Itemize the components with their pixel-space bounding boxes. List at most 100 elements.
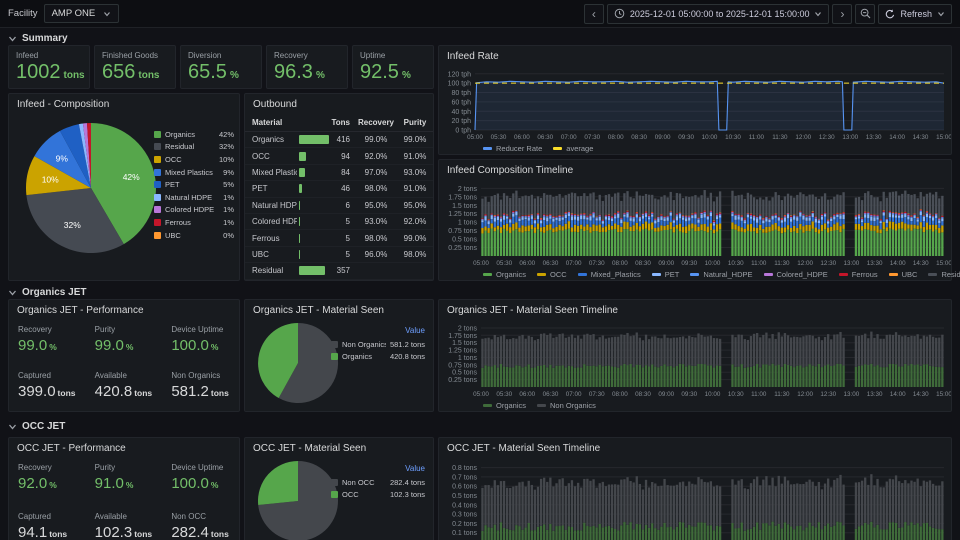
cell-purity: 91.0%: [397, 184, 433, 193]
chevron-down-icon: [103, 10, 111, 18]
perf-label: Captured: [18, 371, 84, 380]
svg-text:06:30: 06:30: [537, 134, 553, 141]
svg-text:11:00: 11:00: [751, 391, 767, 398]
svg-text:11:30: 11:30: [774, 391, 790, 398]
legend-item-pet[interactable]: PET5%: [154, 178, 234, 191]
legend-header[interactable]: Value: [331, 326, 425, 335]
panel-title[interactable]: Infeed Rate: [439, 46, 951, 66]
perf-stat-non-occ: Non OCC282.4tons: [162, 507, 239, 540]
perf-label: Captured: [18, 512, 84, 521]
col-recovery[interactable]: Recovery: [355, 118, 397, 127]
panel-title[interactable]: Outbound: [245, 94, 433, 114]
legend-item-occ[interactable]: OCC102.3 tons: [331, 489, 425, 502]
perf-label: Recovery: [18, 463, 84, 472]
panel-title[interactable]: OCC JET - Performance: [9, 438, 239, 458]
legend-item-colored-hdpe[interactable]: Colored HDPE1%: [154, 204, 234, 217]
legend-item-colored_hdpe[interactable]: Colored_HDPE: [764, 270, 828, 279]
panel-title[interactable]: Organics JET - Material Seen Timeline: [439, 300, 951, 320]
refresh-button[interactable]: Refresh: [878, 4, 952, 24]
zoom-out-button[interactable]: [855, 4, 875, 24]
cell-purity: 98.0%: [397, 250, 433, 259]
time-forward-button[interactable]: ›: [832, 4, 852, 24]
perf-value: 100.0%: [171, 475, 237, 492]
col-material[interactable]: Material: [245, 118, 297, 127]
legend-item-occ[interactable]: OCC10%: [154, 153, 234, 166]
legend-item-pet[interactable]: PET: [652, 270, 680, 279]
legend-item-organics[interactable]: Organics420.8 tons: [331, 351, 425, 364]
chart-legend: Organics Non Organics: [483, 401, 596, 410]
panel-title[interactable]: Organics JET - Performance: [9, 300, 239, 320]
svg-text:06:00: 06:00: [519, 391, 535, 398]
col-purity[interactable]: Purity: [397, 118, 433, 127]
occ-timeline-chart[interactable]: 0.1 tons0.2 tons0.3 tons0.4 tons0.5 tons…: [439, 458, 951, 540]
perf-value: 100.0%: [171, 337, 237, 354]
legend-item-residual[interactable]: Residual32%: [154, 141, 234, 154]
svg-text:80 tph: 80 tph: [452, 90, 472, 97]
section-header-occ-jet[interactable]: OCC JET: [8, 419, 65, 433]
legend-item-average[interactable]: average: [553, 144, 593, 153]
legend-item-ubc[interactable]: UBC0%: [154, 229, 234, 242]
panel-title[interactable]: Organics JET - Material Seen: [245, 300, 433, 320]
perf-value: 581.2tons: [171, 383, 237, 400]
legend-item-occ[interactable]: OCC: [537, 270, 567, 279]
table-row: Residual357: [245, 263, 433, 279]
legend-item-ubc[interactable]: UBC: [889, 270, 918, 279]
cell-purity: 93.0%: [397, 168, 433, 177]
legend-item-organics[interactable]: Organics42%: [154, 128, 234, 141]
section-header-organics-jet[interactable]: Organics JET: [8, 285, 86, 299]
perf-label: Available: [95, 512, 161, 521]
infeed-rate-chart[interactable]: 0 tph20 tph40 tph60 tph80 tph100 tph120 …: [439, 66, 951, 154]
svg-text:10:00: 10:00: [705, 260, 721, 267]
chevron-right-icon: ›: [840, 8, 844, 20]
svg-text:10:30: 10:30: [728, 260, 744, 267]
svg-text:06:30: 06:30: [543, 260, 559, 267]
tons-bar: [299, 135, 329, 144]
legend-item-ferrous[interactable]: Ferrous: [839, 270, 878, 279]
svg-text:06:30: 06:30: [543, 391, 559, 398]
table-row: Organics41699.0%99.0%: [245, 132, 433, 148]
panel-occ-performance: OCC JET - Performance Recovery92.0%Purit…: [8, 437, 240, 540]
panel-title[interactable]: OCC JET - Material Seen Timeline: [439, 438, 951, 458]
panel-title[interactable]: OCC JET - Material Seen: [245, 438, 433, 458]
facility-dropdown[interactable]: AMP ONE: [44, 4, 120, 23]
section-header-summary[interactable]: Summary: [8, 31, 68, 45]
perf-label: Device Uptime: [171, 463, 237, 472]
legend-item-non-occ[interactable]: Non OCC282.4 tons: [331, 476, 425, 489]
svg-text:0.75 tons: 0.75 tons: [448, 362, 477, 369]
panel-occ-material-seen: OCC JET - Material Seen Value Non OCC282.…: [244, 437, 434, 540]
dashboard: Facility AMP ONE ‹ 2025-12-01 05:00:00 t…: [0, 0, 960, 540]
stat-value: 65.5%: [188, 61, 254, 84]
perf-stat-available: Available420.8tons: [86, 366, 163, 412]
perf-value: 94.1tons: [18, 524, 84, 540]
legend-item-non-organics[interactable]: Non Organics581.2 tons: [331, 338, 425, 351]
panel-title[interactable]: Infeed - Composition: [9, 94, 239, 114]
perf-label: Non Organics: [171, 371, 237, 380]
perf-stat-captured: Captured 94.1tons: [9, 507, 86, 540]
legend-item-mixed-plastics[interactable]: Mixed Plastics9%: [154, 166, 234, 179]
table-row: Colored HDPE593.0%92.0%: [245, 214, 433, 230]
svg-text:13:00: 13:00: [844, 391, 860, 398]
legend-header[interactable]: Value: [331, 464, 425, 473]
legend-item-natural-hdpe[interactable]: Natural HDPE1%: [154, 191, 234, 204]
stat-value: 96.3%: [274, 61, 340, 84]
legend-item-non-organics[interactable]: Non Organics: [537, 401, 596, 410]
legend-item-natural_hdpe[interactable]: Natural_HDPE: [690, 270, 752, 279]
svg-text:100 tph: 100 tph: [448, 81, 471, 88]
legend-item-organics[interactable]: Organics: [483, 401, 526, 410]
cell-tons: 46: [297, 184, 355, 193]
legend-item-organics[interactable]: Organics: [483, 270, 526, 279]
legend-item-ferrous[interactable]: Ferrous1%: [154, 216, 234, 229]
perf-value: 282.4tons: [171, 524, 237, 540]
organics-timeline-chart[interactable]: 0.25 tons0.5 tons0.75 tons1 tons1.25 ton…: [439, 320, 951, 411]
time-back-button[interactable]: ‹: [584, 4, 604, 24]
svg-text:0.5 tons: 0.5 tons: [452, 493, 477, 500]
infeed-composition-timeline-chart[interactable]: 0.25 tons0.5 tons0.75 tons1 tons1.25 ton…: [439, 180, 951, 280]
legend-item-mixed_plastics[interactable]: Mixed_Plastics: [578, 270, 641, 279]
legend-item-residual[interactable]: Residual: [928, 270, 960, 279]
organics-material-pie: [257, 322, 339, 404]
col-tons[interactable]: Tons: [297, 118, 355, 127]
panel-title[interactable]: Infeed Composition Timeline: [439, 160, 951, 180]
svg-text:09:00: 09:00: [658, 391, 674, 398]
time-range-button[interactable]: 2025-12-01 05:00:00 to 2025-12-01 15:00:…: [607, 4, 830, 24]
legend-item-reducer-rate[interactable]: Reducer Rate: [483, 144, 542, 153]
